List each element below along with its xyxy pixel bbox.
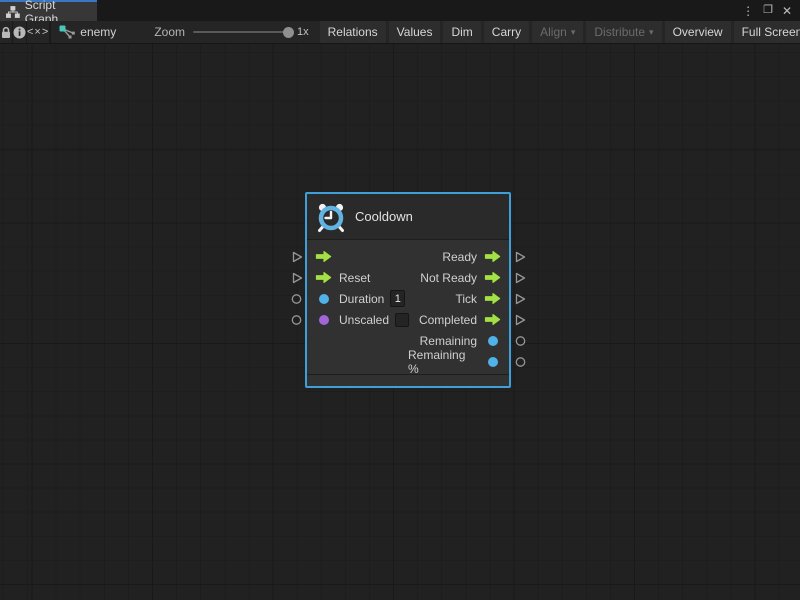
flow-output-tick[interactable]: Tick — [408, 292, 501, 306]
tab-bar: Script Graph ⋮ ❐ ✕ — [0, 0, 800, 21]
port-row: Duration 1 Tick — [307, 288, 509, 309]
ext-flow-output-port-tick[interactable] — [515, 293, 526, 305]
flow-arrow-icon — [484, 292, 501, 305]
window-menu-icon[interactable]: ⋮ — [742, 5, 754, 17]
flow-arrow-icon — [315, 271, 332, 284]
breadcrumb-enemy[interactable]: enemy — [51, 21, 126, 43]
align-dropdown[interactable]: Align ▾ — [532, 21, 583, 43]
flow-input-reset[interactable]: Reset — [315, 271, 408, 285]
relations-button[interactable]: Relations — [320, 21, 386, 43]
value-dot-icon — [315, 292, 332, 305]
carry-button[interactable]: Carry — [484, 21, 529, 43]
script-graph-window: { "window": { "tab_label": "Script Graph… — [0, 0, 800, 600]
node-ports: Ready Reset Not Ready — [307, 240, 509, 374]
info-button[interactable] — [13, 21, 27, 43]
ext-value-input-port-duration[interactable] — [291, 293, 302, 305]
value-dot-icon — [484, 355, 501, 368]
flow-output-completed[interactable]: Completed — [409, 313, 501, 327]
angle-x-icon: <×> — [27, 26, 49, 38]
ext-value-input-port-unscaled[interactable] — [291, 314, 302, 326]
overview-button[interactable]: Overview — [665, 21, 731, 43]
value-output-remaining[interactable]: Remaining — [408, 334, 501, 348]
node-footer — [307, 374, 509, 386]
ext-value-output-port-remaining-pct[interactable] — [515, 356, 526, 368]
flow-input-invoke[interactable] — [315, 250, 408, 263]
ext-flow-output-port-completed[interactable] — [515, 314, 526, 326]
lock-button[interactable] — [0, 21, 13, 43]
maximize-icon[interactable]: ❐ — [763, 5, 773, 16]
flow-output-ready[interactable]: Ready — [408, 250, 501, 264]
ext-flow-input-port[interactable] — [292, 251, 303, 263]
dim-button[interactable]: Dim — [443, 21, 480, 43]
flow-arrow-icon — [484, 271, 501, 284]
value-input-unscaled[interactable]: Unscaled — [315, 313, 409, 327]
breadcrumb-label: enemy — [80, 25, 116, 39]
ext-flow-input-port-reset[interactable] — [292, 272, 303, 284]
zoom-value: 1x — [297, 26, 309, 38]
zoom-slider-handle[interactable] — [283, 27, 294, 38]
distribute-dropdown[interactable]: Distribute ▾ — [586, 21, 661, 43]
flow-arrow-icon — [315, 250, 332, 263]
tab-script-graph[interactable]: Script Graph — [0, 0, 97, 21]
ext-flow-output-port-ready[interactable] — [515, 251, 526, 263]
value-dot-icon — [484, 334, 501, 347]
graph-toolbar: <×> enemy Zoom 1x Relations Values Dim C… — [0, 21, 800, 44]
flow-arrow-icon — [484, 250, 501, 263]
port-row: Unscaled Completed — [307, 309, 509, 330]
window-controls: ⋮ ❐ ✕ — [742, 0, 800, 21]
close-icon[interactable]: ✕ — [782, 5, 792, 17]
info-icon — [13, 26, 26, 39]
ext-value-output-port-remaining[interactable] — [515, 335, 526, 347]
port-row: Remaining % — [307, 351, 509, 372]
duration-value-field[interactable]: 1 — [390, 290, 405, 307]
unscaled-checkbox[interactable] — [395, 313, 409, 327]
full-screen-button[interactable]: Full Screen — [734, 21, 800, 43]
graph-hierarchy-icon — [6, 6, 20, 18]
value-input-duration[interactable]: Duration 1 — [315, 290, 408, 307]
cooldown-node[interactable]: Cooldown Ready Reset — [305, 192, 511, 388]
zoom-control: Zoom 1x — [126, 21, 316, 43]
zoom-label: Zoom — [154, 25, 185, 39]
values-button[interactable]: Values — [389, 21, 441, 43]
connections-toggle-button[interactable]: <×> — [27, 21, 50, 43]
flow-output-not-ready[interactable]: Not Ready — [408, 271, 501, 285]
node-header[interactable]: Cooldown — [307, 194, 509, 240]
script-machine-icon — [59, 25, 75, 39]
node-title: Cooldown — [355, 209, 413, 224]
chevron-down-icon: ▾ — [649, 27, 654, 38]
port-row: Ready — [307, 246, 509, 267]
port-row: Reset Not Ready — [307, 267, 509, 288]
zoom-slider[interactable] — [193, 31, 289, 33]
alarm-clock-icon — [315, 201, 347, 233]
lock-icon — [0, 26, 12, 39]
ext-flow-output-port-not-ready[interactable] — [515, 272, 526, 284]
flow-arrow-icon — [484, 313, 501, 326]
chevron-down-icon: ▾ — [571, 27, 576, 38]
value-output-remaining-pct[interactable]: Remaining % — [408, 348, 501, 376]
value-dot-icon — [315, 313, 332, 326]
toolbar-buttons: Relations Values Dim Carry Align ▾ Distr… — [317, 21, 800, 43]
